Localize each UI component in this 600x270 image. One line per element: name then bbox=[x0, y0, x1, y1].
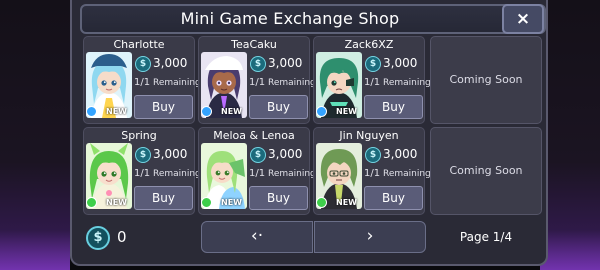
shop-item-card: Meloa & Lenoa NEW $ 3,000 1/1 Remaining … bbox=[198, 127, 316, 215]
remaining-stock: 1/1 Remaining bbox=[249, 168, 316, 180]
page-indicator: Page 1/4 bbox=[459, 230, 513, 244]
item-price: $ 3,000 bbox=[134, 56, 194, 73]
item-name: Zack6XZ bbox=[344, 38, 394, 51]
buy-button[interactable]: Buy bbox=[134, 95, 193, 119]
star-badge-icon bbox=[316, 197, 327, 208]
remaining-stock: 1/1 Remaining bbox=[134, 77, 201, 89]
remaining-label: Remaining bbox=[152, 169, 201, 179]
close-button[interactable]: × bbox=[502, 4, 544, 34]
remaining-count: 1/1 bbox=[249, 168, 266, 179]
buy-button[interactable]: Buy bbox=[249, 95, 308, 119]
item-name: Charlotte bbox=[113, 38, 165, 51]
buy-button[interactable]: Buy bbox=[364, 186, 423, 210]
shop-item-card: Zack6XZ NEW $ 3,000 1/1 Remaining Buy bbox=[313, 36, 431, 124]
remaining-label: Remaining bbox=[267, 169, 316, 179]
remaining-label: Remaining bbox=[267, 78, 316, 88]
star-badge-icon bbox=[201, 197, 212, 208]
remaining-count: 1/1 bbox=[364, 168, 381, 179]
currency-icon: $ bbox=[250, 56, 266, 72]
star-badge-icon bbox=[201, 106, 212, 117]
price-amount: 3,000 bbox=[153, 147, 188, 161]
buy-button[interactable]: Buy bbox=[249, 186, 308, 210]
currency-balance: 0 bbox=[117, 228, 127, 246]
buy-button[interactable]: Buy bbox=[364, 95, 423, 119]
currency-icon: $ bbox=[250, 147, 266, 163]
star-badge-icon bbox=[86, 197, 97, 208]
item-price: $ 3,000 bbox=[134, 147, 194, 164]
remaining-count: 1/1 bbox=[134, 77, 151, 88]
remaining-label: Remaining bbox=[382, 169, 431, 179]
coming-soon-slot: Coming Soon bbox=[430, 127, 542, 215]
currency-icon: $ bbox=[135, 56, 151, 72]
remaining-stock: 1/1 Remaining bbox=[249, 77, 316, 89]
item-name: TeaCaku bbox=[231, 38, 277, 51]
shop-title: Mini Game Exchange Shop bbox=[180, 9, 400, 28]
buy-button[interactable]: Buy bbox=[134, 186, 193, 210]
item-price: $ 3,000 bbox=[364, 56, 424, 73]
star-badge-icon bbox=[316, 106, 327, 117]
remaining-stock: 1/1 Remaining bbox=[134, 168, 201, 180]
new-badge: NEW bbox=[221, 198, 242, 207]
background-right bbox=[540, 0, 600, 270]
price-amount: 3,000 bbox=[268, 56, 303, 70]
remaining-stock: 1/1 Remaining bbox=[364, 77, 431, 89]
shop-item-card: TeaCaku NEW $ 3,000 1/1 Remaining Buy bbox=[198, 36, 316, 124]
next-page-button[interactable]: › bbox=[314, 221, 426, 253]
new-badge: NEW bbox=[106, 198, 127, 207]
price-amount: 3,000 bbox=[383, 56, 418, 70]
currency-icon: $ bbox=[86, 226, 110, 250]
item-price: $ 3,000 bbox=[249, 147, 309, 164]
new-badge: NEW bbox=[336, 107, 357, 116]
remaining-count: 1/1 bbox=[364, 77, 381, 88]
item-name: Spring bbox=[121, 129, 157, 142]
previous-page-button[interactable]: ‹· bbox=[201, 221, 313, 253]
price-amount: 3,000 bbox=[153, 56, 188, 70]
item-name: Meloa & Lenoa bbox=[213, 129, 295, 142]
background-left bbox=[0, 0, 70, 270]
price-amount: 3,000 bbox=[383, 147, 418, 161]
item-name: Jin Nguyen bbox=[339, 129, 399, 142]
remaining-label: Remaining bbox=[382, 78, 431, 88]
currency-icon: $ bbox=[135, 147, 151, 163]
item-price: $ 3,000 bbox=[364, 147, 424, 164]
price-amount: 3,000 bbox=[268, 147, 303, 161]
new-badge: NEW bbox=[106, 107, 127, 116]
remaining-stock: 1/1 Remaining bbox=[364, 168, 431, 180]
shop-item-card: Charlotte NEW $ 3,000 1/1 Remaining Buy bbox=[83, 36, 201, 124]
coming-soon-slot: Coming Soon bbox=[430, 36, 542, 124]
shop-item-card: Spring NEW $ 3,000 1/1 Remaining Buy bbox=[83, 127, 201, 215]
remaining-count: 1/1 bbox=[134, 168, 151, 179]
remaining-count: 1/1 bbox=[249, 77, 266, 88]
new-badge: NEW bbox=[336, 198, 357, 207]
currency-icon: $ bbox=[365, 56, 381, 72]
shop-item-card: Jin Nguyen NEW $ 3,000 1/1 Remaining Buy bbox=[313, 127, 431, 215]
remaining-label: Remaining bbox=[152, 78, 201, 88]
item-price: $ 3,000 bbox=[249, 56, 309, 73]
star-badge-icon bbox=[86, 106, 97, 117]
currency-icon: $ bbox=[365, 147, 381, 163]
new-badge: NEW bbox=[221, 107, 242, 116]
